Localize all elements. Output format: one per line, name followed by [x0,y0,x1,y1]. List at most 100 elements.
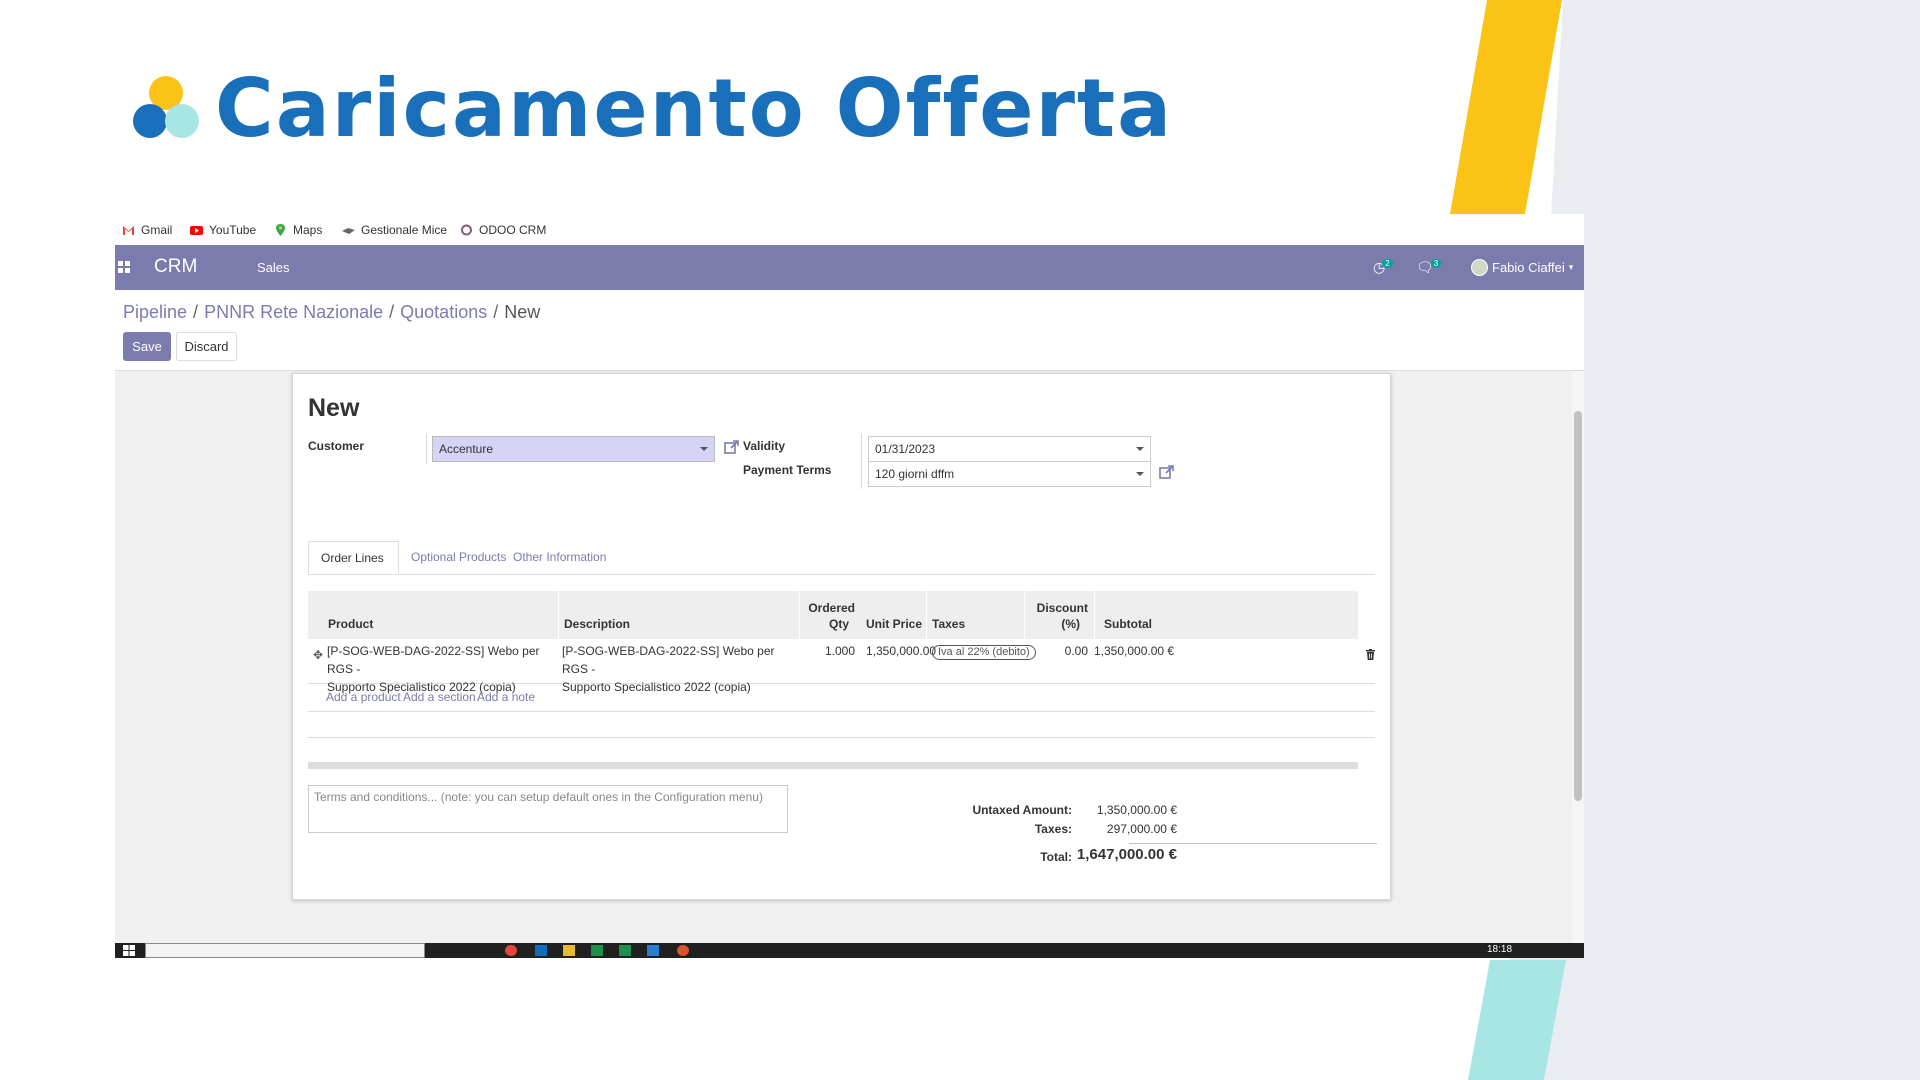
odoo-icon [461,224,472,236]
bookmark-youtube[interactable]: YouTube [190,223,256,237]
untaxed-label: Untaxed Amount: [972,803,1072,817]
control-panel: Pipeline / PNNR Rete Nazionale / Quotations /… [115,290,1584,371]
maps-icon [276,224,285,236]
youtube-icon [190,226,203,235]
user-menu[interactable]: Fabio Ciaffei ▾ [1471,259,1573,276]
terms-conditions-input[interactable]: Terms and conditions... (note: you can s… [308,785,788,833]
trash-icon[interactable] [1366,649,1375,660]
windows-taskbar: 18:18 [115,943,1584,958]
col-discount-unit: (%) [1061,617,1080,631]
breadcrumb-opportunity[interactable]: PNNR Rete Nazionale [204,302,383,322]
add-note-link[interactable]: Add a note [477,690,535,704]
col-ordered[interactable]: Ordered [799,601,861,615]
powerpoint-icon[interactable] [677,945,689,956]
add-product-link[interactable]: Add a product [326,690,401,704]
word-icon[interactable] [647,945,659,956]
vertical-scrollbar[interactable] [1572,371,1584,943]
bookmarks-bar: Gmail YouTube Maps Gestionale Mice ODOO … [115,214,1584,245]
caret-down-icon [1136,472,1144,476]
breadcrumb-quotations[interactable]: Quotations [400,302,487,322]
save-button[interactable]: Save [123,332,171,361]
payment-terms-value: 120 giorni dffm [875,467,955,481]
gestionale-icon [342,228,355,234]
payment-terms-field[interactable]: 120 giorni dffm [868,461,1151,487]
empty-row [308,711,1375,738]
breadcrumb-current: New [504,302,541,322]
excel-icon[interactable] [591,945,603,956]
customer-label: Customer [308,439,365,453]
app-brand[interactable]: CRM [154,256,197,278]
folder-icon[interactable] [563,945,575,956]
total-value: 1,647,000.00 € [1076,846,1177,863]
tab-other-information[interactable]: Other Information [501,541,618,574]
bookmark-odoo-crm[interactable]: ODOO CRM [460,223,546,237]
bookmark-label: Maps [293,223,323,237]
discard-button[interactable]: Discard [176,332,237,361]
table-row[interactable]: ✥ [P-SOG-WEB-DAG-2022-SS] Webo per RGS -… [308,639,1375,694]
col-subtotal[interactable]: Subtotal [1094,617,1158,631]
activity-button[interactable]: ◷2 [1373,259,1393,276]
decorative-yellow-stripe [1450,0,1562,214]
taxes-label: Taxes: [1034,822,1072,836]
taxes-value: 297,000.00 € [1106,822,1177,836]
taskbar-search-input[interactable] [145,943,425,958]
bookmark-gestionale-mice[interactable]: Gestionale Mice [342,223,447,237]
untaxed-value: 1,350,000.00 € [1096,803,1177,817]
row-qty[interactable]: 1.000 [799,642,861,660]
chrome-icon[interactable] [505,945,517,956]
bookmark-gmail[interactable]: Gmail [122,223,172,237]
row-subtotal: 1,350,000.00 € [1094,644,1175,658]
horizontal-scrollbar[interactable] [308,762,1358,769]
outlook-icon[interactable] [535,945,547,956]
validity-label: Validity [743,439,786,453]
customer-value: Accenture [439,442,494,456]
form-view: New Customer Accenture Validity Payment … [115,371,1584,943]
activity-badge: 2 [1382,259,1393,268]
notebook-tabs: Order Lines Optional Products Other Info… [308,541,1375,575]
windows-start-icon[interactable] [123,945,135,956]
payment-terms-label: Payment Terms [743,463,832,477]
external-link-icon[interactable] [724,439,740,455]
row-discount[interactable]: 0.00 [1024,642,1094,660]
menu-sales[interactable]: Sales [257,260,290,275]
caret-down-icon [700,447,708,451]
chevron-down-icon: ▾ [1568,262,1574,272]
caret-down-icon [1136,447,1144,451]
col-discount[interactable]: Discount [1024,601,1094,615]
avatar [1471,259,1488,276]
validity-value: 01/31/2023 [875,442,936,456]
col-taxes[interactable]: Taxes [926,617,971,631]
sheets-icon[interactable] [619,945,631,956]
logo-dots-icon [133,76,201,138]
external-link-icon[interactable] [1159,464,1175,480]
add-section-link[interactable]: Add a section [403,690,476,704]
bookmark-label: YouTube [209,223,257,237]
tax-tag: Iva al 22% (debito) [932,645,1036,660]
breadcrumb: Pipeline / PNNR Rete Nazionale / Quotations /… [123,302,541,322]
top-navbar: CRM Sales ◷2 🗨3 Fabio Ciaffei ▾ [115,245,1584,290]
taskbar-clock[interactable]: 18:18 [1487,944,1512,955]
slide-title: Caricamento Offerta [215,62,1174,155]
record-title: New [308,394,360,422]
bookmark-maps[interactable]: Maps [274,223,322,237]
col-description[interactable]: Description [558,617,636,631]
col-product[interactable]: Product [322,617,379,631]
messages-button[interactable]: 🗨3 [1416,259,1442,276]
messages-badge: 3 [1430,259,1442,268]
browser-screenshot: Gmail YouTube Maps Gestionale Mice ODOO … [115,214,1584,958]
form-sheet: New Customer Accenture Validity Payment … [292,373,1391,900]
tab-order-lines[interactable]: Order Lines [308,541,399,574]
validity-field[interactable]: 01/31/2023 [868,436,1151,462]
user-name: Fabio Ciaffei [1492,260,1565,275]
order-lines-header: Product Description Ordered Qty Unit Pri… [308,591,1358,639]
apps-menu-icon[interactable] [118,261,131,274]
bookmark-label: Gmail [141,223,173,237]
col-unit-price[interactable]: Unit Price [860,617,928,631]
bookmark-label: ODOO CRM [479,223,547,237]
order-lines-add-row: Add a product Add a section Add a note [308,683,1375,712]
breadcrumb-pipeline[interactable]: Pipeline [123,302,187,322]
totals-divider [1129,843,1377,844]
bookmark-label: Gestionale Mice [361,223,448,237]
customer-field[interactable]: Accenture [432,436,715,462]
col-qty[interactable]: Qty [799,617,855,631]
